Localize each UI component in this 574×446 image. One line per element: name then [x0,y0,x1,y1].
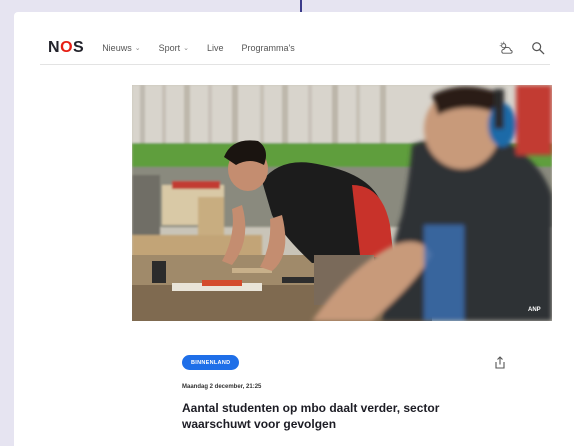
share-icon[interactable] [492,354,508,370]
nav-item-label: Live [206,43,224,53]
nav-item-label: Sport [158,43,181,53]
article-date: Maandag 2 december, 21:25 [182,384,262,390]
window-edge-marker [300,0,302,12]
weather-icon[interactable] [498,40,514,56]
main-nav: Nieuws ⌄ Sport ⌄ Live Programma's [102,43,295,53]
chevron-down-icon: ⌄ [134,45,141,52]
chevron-down-icon: ⌄ [183,45,189,52]
nav-item-label: Programma's [241,43,295,53]
nav-item-live[interactable]: Live [207,43,224,53]
nav-item-label: Nieuws [102,43,132,53]
logo-letter-n: N [48,39,61,56]
nos-logo[interactable]: NOS [48,39,84,57]
logo-letter-s: S [73,39,85,56]
logo-letter-o: O [60,39,74,56]
article-headline[interactable]: Aantal studenten op mbo daalt verder, se… [182,400,482,432]
header-icons [498,40,546,56]
photo-credit: ANP [528,307,541,313]
nav-item-sport[interactable]: Sport ⌄ [159,43,189,53]
category-tag[interactable]: Binnenland [182,355,240,370]
search-icon[interactable] [530,40,546,56]
nav-item-programmas[interactable]: Programma's [241,43,294,53]
hero-image[interactable]: ANP [132,85,552,321]
news-page: NOS Nieuws ⌄ Sport ⌄ Live Programma's AN… [14,12,574,446]
site-header: NOS Nieuws ⌄ Sport ⌄ Live Programma's [40,32,550,65]
nav-item-nieuws[interactable]: Nieuws ⌄ [102,43,140,53]
